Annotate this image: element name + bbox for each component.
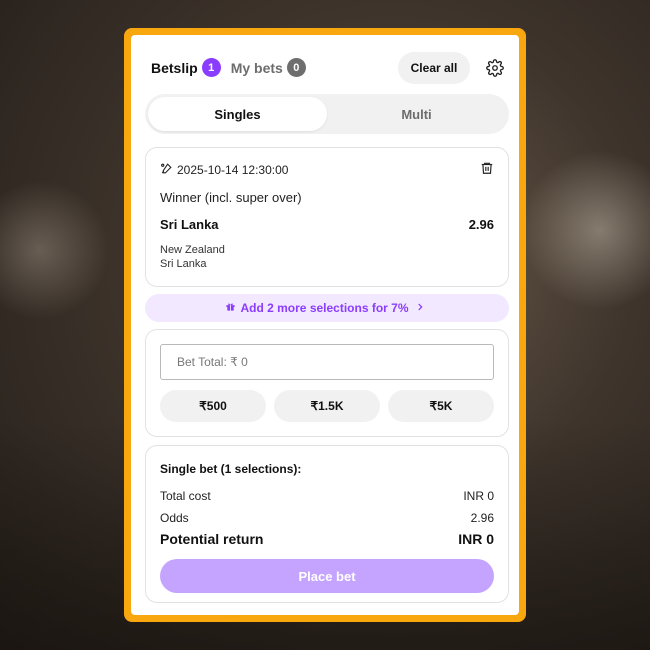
potential-return-row: Potential return INR 0 xyxy=(160,531,494,547)
quick-stake-1.5k-button[interactable]: ₹1.5K xyxy=(274,390,380,422)
potential-return-value: INR 0 xyxy=(458,531,494,547)
gear-icon[interactable] xyxy=(485,58,505,78)
tab-singles[interactable]: Singles xyxy=(148,97,327,131)
market-name: Winner (incl. super over) xyxy=(160,190,302,205)
total-cost-label: Total cost xyxy=(160,489,211,503)
bet-type-toggle: Singles Multi xyxy=(145,94,509,134)
odds-value: 2.96 xyxy=(470,511,494,525)
tab-my-bets[interactable]: My bets 0 xyxy=(231,58,306,77)
betslip-count-badge: 1 xyxy=(201,58,221,77)
my-bets-count-badge: 0 xyxy=(286,58,306,77)
selection-card: 2025-10-14 12:30:00 Winner (incl. super … xyxy=(145,147,509,287)
selection-datetime: 2025-10-14 12:30:00 xyxy=(160,162,288,178)
quick-stake-5k-button[interactable]: ₹5K xyxy=(388,390,494,422)
betslip-frame: Betslip 1 My bets 0 Clear all Singles Mu… xyxy=(124,28,526,622)
tab-multi[interactable]: Multi xyxy=(327,97,506,131)
team-home: New Zealand xyxy=(160,244,225,256)
betslip-panel: Betslip 1 My bets 0 Clear all Singles Mu… xyxy=(131,35,519,615)
gift-icon xyxy=(225,301,240,315)
bet-total-input[interactable] xyxy=(160,344,494,380)
quick-stake-500-button[interactable]: ₹500 xyxy=(160,390,266,422)
quick-stake-buttons: ₹500 ₹1.5K ₹5K xyxy=(160,390,494,422)
bet-summary-card: Single bet (1 selections): Total cost IN… xyxy=(145,445,509,603)
team-away: Sri Lanka xyxy=(160,258,207,270)
place-bet-button[interactable]: Place bet xyxy=(160,559,494,593)
promo-banner[interactable]: Add 2 more selections for 7% xyxy=(145,294,509,322)
total-cost-value: INR 0 xyxy=(463,489,494,503)
background-light xyxy=(520,150,650,310)
selection-pick: Sri Lanka xyxy=(160,217,219,232)
promo-text: Add 2 more selections for 7% xyxy=(240,301,409,315)
background-light xyxy=(0,180,110,320)
betslip-header: Betslip 1 My bets 0 Clear all xyxy=(151,45,509,90)
tab-betslip-label: Betslip xyxy=(151,59,198,76)
clear-all-button[interactable]: Clear all xyxy=(398,51,470,84)
tab-my-bets-label: My bets xyxy=(230,59,283,76)
selection-datetime-text: 2025-10-14 12:30:00 xyxy=(177,163,289,177)
trash-icon[interactable] xyxy=(480,161,494,180)
total-cost-row: Total cost INR 0 xyxy=(160,489,494,503)
selection-odds: 2.96 xyxy=(468,217,494,232)
chevron-right-icon xyxy=(415,301,429,315)
summary-title: Single bet (1 selections): xyxy=(160,462,302,476)
odds-row: Odds 2.96 xyxy=(160,511,494,525)
cricket-icon xyxy=(160,162,177,178)
potential-return-label: Potential return xyxy=(160,531,264,547)
tab-betslip[interactable]: Betslip 1 xyxy=(151,58,221,77)
odds-label: Odds xyxy=(160,511,189,525)
stake-card: ₹500 ₹1.5K ₹5K xyxy=(145,329,509,437)
